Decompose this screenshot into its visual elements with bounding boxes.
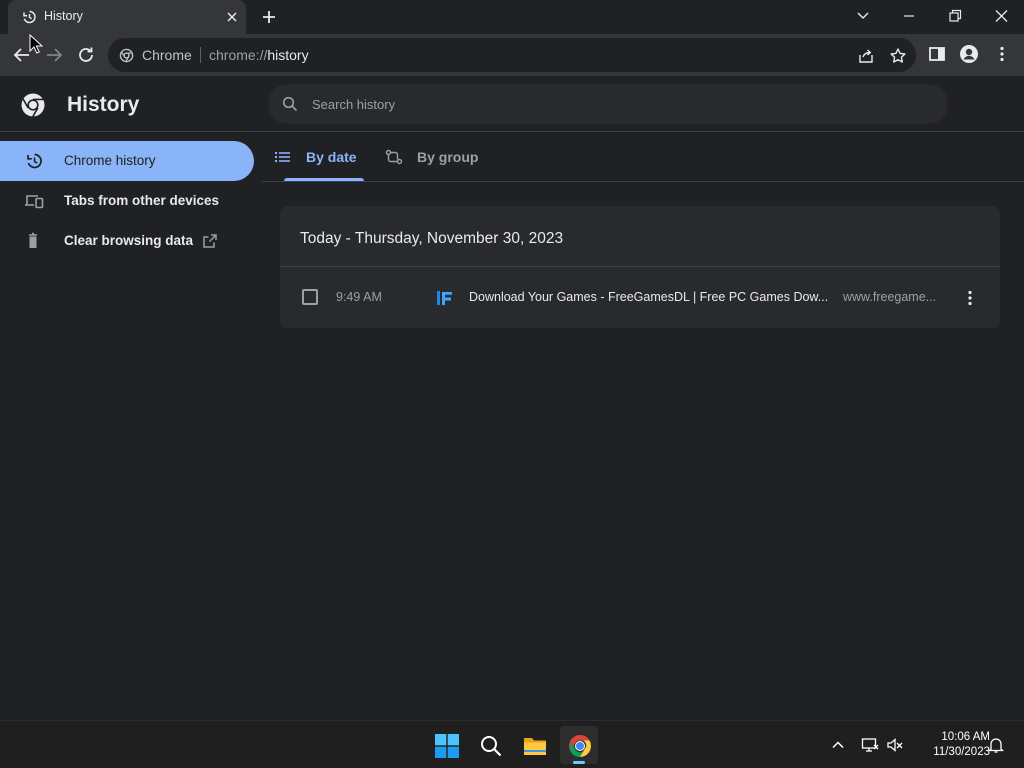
group-icon [385, 149, 403, 165]
list-icon [275, 152, 290, 162]
tab-by-group[interactable]: By group [385, 133, 495, 181]
tab-label: By group [417, 149, 479, 165]
tab-label: By date [306, 149, 357, 165]
search-icon [282, 96, 298, 112]
url-scheme: chrome:// [209, 47, 268, 63]
omnibox-site-label: Chrome [142, 47, 192, 63]
chevron-up-icon[interactable] [829, 736, 847, 754]
sidebar-item-chrome-history[interactable]: Chrome history [0, 141, 254, 181]
close-tab-icon[interactable] [224, 9, 240, 25]
browser-toolbar: Chrome chrome://history [0, 34, 1024, 76]
trash-icon [29, 232, 37, 248]
new-tab-icon[interactable] [259, 7, 279, 27]
sidebar-item-label: Chrome history [64, 153, 156, 168]
windows-logo-icon [435, 734, 459, 758]
system-clock[interactable]: 10:06 AM 11/30/2023 [912, 730, 990, 760]
tab-history[interactable]: History [8, 0, 246, 34]
forward-arrow-icon[interactable] [43, 44, 65, 66]
restore-icon[interactable] [943, 5, 967, 27]
tab-title: History [44, 9, 83, 23]
chrome-icon [569, 735, 591, 757]
sidebar-item-label: Clear browsing data [64, 233, 194, 248]
bookmark-star-icon[interactable] [889, 47, 907, 65]
active-tab-indicator [284, 178, 364, 181]
taskbar-search-button[interactable] [471, 726, 509, 764]
close-window-icon[interactable] [989, 5, 1013, 27]
sidebar: Chrome history Tabs from other devices C… [0, 133, 262, 720]
chrome-icon [119, 48, 134, 63]
taskbar: 10:06 AM 11/30/2023 [0, 720, 1024, 768]
volume-muted-icon[interactable] [886, 736, 904, 754]
page-title: History [67, 93, 140, 116]
history-entry[interactable]: 9:49 AM Download Your Games - FreeGamesD… [280, 267, 1000, 328]
view-tabs: By date By group [262, 133, 1024, 182]
mouse-cursor-icon [29, 34, 43, 54]
omnibox-url[interactable]: chrome://history [209, 47, 309, 63]
history-icon [27, 153, 42, 169]
more-actions-icon[interactable] [960, 289, 980, 307]
chrome-taskbar-button[interactable] [560, 726, 598, 764]
sidebar-item-tabs-other-devices[interactable]: Tabs from other devices [0, 181, 254, 221]
side-panel-icon[interactable] [927, 44, 947, 64]
tab-by-date[interactable]: By date [274, 133, 374, 181]
profile-icon[interactable] [959, 44, 979, 64]
entry-title-link[interactable]: Download Your Games - FreeGamesDL | Free… [469, 290, 829, 304]
entry-time: 9:49 AM [336, 290, 382, 304]
tab-search-chevron-icon[interactable] [851, 5, 875, 27]
more-menu-icon[interactable] [992, 44, 1012, 64]
network-icon[interactable] [861, 736, 879, 754]
entry-checkbox[interactable] [302, 289, 318, 305]
sidebar-item-label: Tabs from other devices [64, 193, 220, 208]
date-heading: Today - Thursday, November 30, 2023 [300, 230, 564, 247]
reload-icon[interactable] [75, 44, 97, 66]
windows-start-button[interactable] [427, 726, 465, 764]
chrome-logo-icon [21, 93, 45, 118]
search-icon [481, 736, 502, 757]
notification-bell-icon[interactable] [987, 736, 1005, 754]
omnibox-separator [200, 47, 201, 63]
devices-icon [25, 195, 44, 209]
title-bar: History [0, 0, 1024, 34]
address-bar[interactable]: Chrome chrome://history [108, 38, 916, 72]
open-in-new-icon [203, 234, 217, 248]
minimize-icon[interactable] [897, 5, 921, 27]
entry-domain: www.freegame... [843, 290, 937, 304]
clock-time: 10:06 AM [941, 731, 990, 743]
share-icon[interactable] [857, 47, 875, 65]
history-icon [23, 10, 36, 24]
freegamesdl-favicon-icon [437, 291, 452, 305]
active-app-indicator [573, 761, 585, 764]
search-box[interactable] [268, 84, 948, 124]
history-header: History [0, 76, 1024, 132]
clock-date: 11/30/2023 [933, 746, 990, 758]
url-path: history [267, 47, 309, 63]
search-input[interactable] [312, 84, 912, 124]
sidebar-item-clear-browsing-data[interactable]: Clear browsing data [0, 221, 254, 261]
history-card: Today - Thursday, November 30, 2023 9:49… [280, 206, 1000, 328]
folder-icon [524, 738, 546, 755]
file-explorer-button[interactable] [515, 726, 553, 764]
